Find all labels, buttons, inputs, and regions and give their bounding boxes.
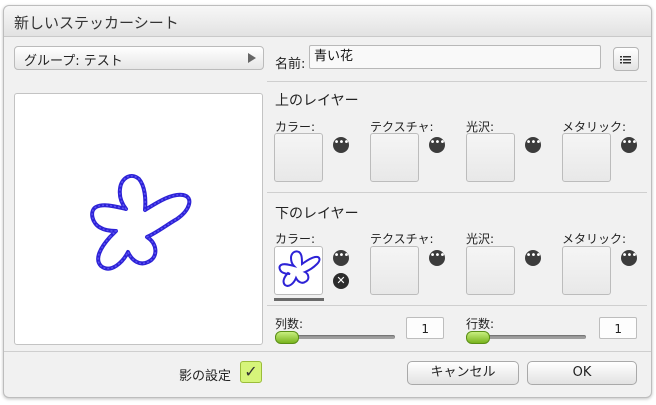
flower-thumbnail-outline — [278, 250, 321, 287]
lower-metallic-swatch[interactable] — [562, 246, 611, 295]
lower-color-swatch[interactable] — [274, 246, 323, 295]
triangle-right-icon — [248, 53, 256, 63]
shadow-setting-checkbox[interactable]: ✓ — [240, 361, 262, 383]
window-title: 新しいステッカーシート — [14, 14, 179, 32]
footer-divider — [4, 351, 651, 352]
name-label: 名前: — [275, 57, 306, 72]
lower-texture-swatch[interactable] — [370, 246, 419, 295]
shadow-setting-label: 影の設定 — [179, 369, 232, 384]
lower-texture-more-icon[interactable]: ••• — [429, 250, 445, 266]
lower-metallic-label: メタリック: — [562, 232, 627, 246]
lower-texture-label: テクスチャ: — [370, 232, 434, 246]
flower-thumbnail-image — [278, 250, 321, 287]
divider — [267, 305, 647, 306]
columns-slider-thumb[interactable] — [275, 331, 299, 344]
upper-texture-swatch[interactable] — [370, 133, 419, 182]
sticker-preview — [14, 93, 263, 345]
new-sticker-sheet-dialog: 新しいステッカーシート グループ: テスト 名前: 上のレイヤー カラー: ••… — [3, 5, 652, 398]
name-menu-button[interactable] — [613, 47, 639, 71]
upper-layer-title: 上のレイヤー — [275, 93, 359, 109]
upper-metallic-more-icon[interactable]: ••• — [621, 137, 637, 153]
divider — [267, 81, 647, 82]
columns-value-field[interactable]: 1 — [406, 317, 444, 339]
rows-value-field[interactable]: 1 — [599, 317, 637, 339]
lower-gloss-label: 光沢: — [466, 232, 495, 246]
lower-layer-title: 下のレイヤー — [275, 206, 359, 222]
lower-color-more-icon[interactable]: ••• — [333, 250, 349, 266]
checkmark-icon: ✓ — [244, 362, 258, 381]
lower-metallic-more-icon[interactable]: ••• — [621, 250, 637, 266]
divider — [267, 192, 647, 193]
upper-texture-more-icon[interactable]: ••• — [429, 137, 445, 153]
cancel-button[interactable]: キャンセル — [407, 361, 519, 385]
lower-color-selection-bar — [274, 298, 324, 301]
group-selector-label: グループ: テスト — [24, 54, 123, 69]
upper-color-more-icon[interactable]: ••• — [333, 137, 349, 153]
rows-label: 行数: — [466, 317, 495, 331]
group-selector[interactable]: グループ: テスト — [14, 46, 264, 70]
lower-color-label: カラー: — [275, 232, 316, 246]
upper-metallic-swatch[interactable] — [562, 133, 611, 182]
sticker-name-input[interactable] — [309, 45, 601, 69]
columns-label: 列数: — [275, 317, 304, 331]
lower-color-clear-icon[interactable]: ✕ — [333, 273, 349, 289]
lower-gloss-more-icon[interactable]: ••• — [525, 250, 541, 266]
ok-button[interactable]: OK — [527, 361, 637, 385]
rows-slider-thumb[interactable] — [466, 331, 490, 344]
flower-outline — [90, 174, 192, 271]
list-menu-icon — [620, 56, 631, 64]
upper-gloss-swatch[interactable] — [466, 133, 515, 182]
lower-gloss-swatch[interactable] — [466, 246, 515, 295]
upper-gloss-more-icon[interactable]: ••• — [525, 137, 541, 153]
flower-sticker-image — [90, 174, 192, 271]
upper-color-swatch[interactable] — [274, 133, 323, 182]
title-bar: 新しいステッカーシート — [4, 6, 651, 37]
